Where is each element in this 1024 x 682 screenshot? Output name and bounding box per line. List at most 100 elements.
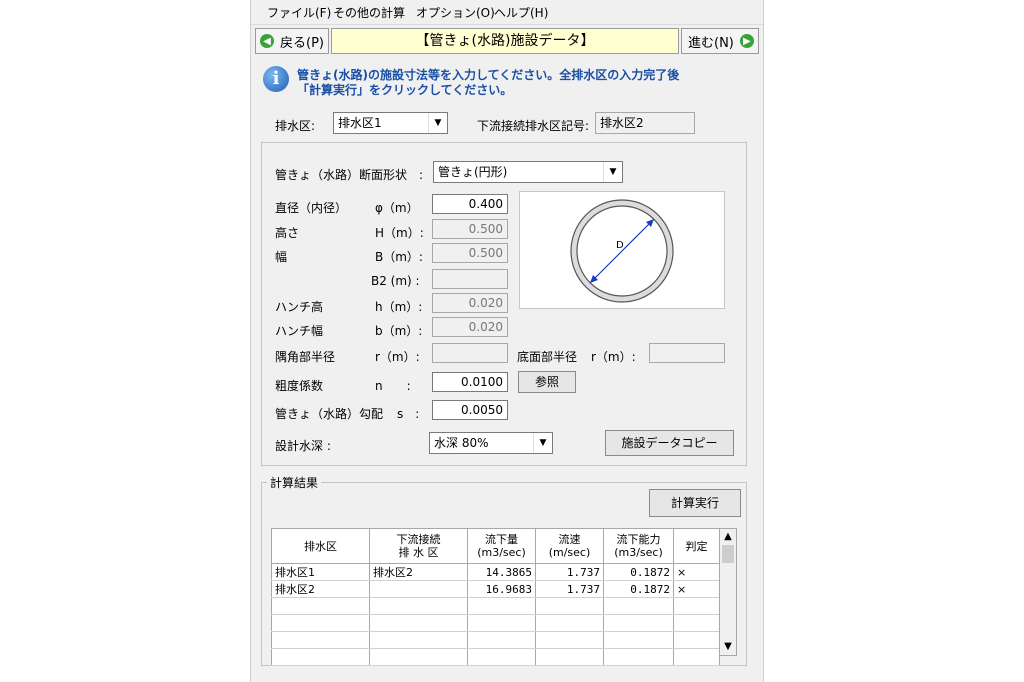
height-label: 高さ xyxy=(275,226,300,240)
results-scrollbar[interactable]: ▲ ▼ xyxy=(719,528,737,656)
b2-input xyxy=(432,269,508,289)
scroll-down-icon[interactable]: ▼ xyxy=(720,639,736,655)
haunch-width-label: ハンチ幅 xyxy=(275,324,324,338)
diameter-input[interactable]: 0.400 xyxy=(432,194,508,214)
results-column-header: 下流接続排 水 区 xyxy=(369,528,468,564)
depth-value: 水深 80% xyxy=(434,436,489,450)
shape-select[interactable]: 管きょ(円形) ▼ xyxy=(433,161,623,183)
table-cell xyxy=(467,614,536,632)
menu-help[interactable]: ヘルプ(H) xyxy=(494,4,548,21)
table-cell xyxy=(673,648,720,666)
circular-pipe-diagram: D xyxy=(570,199,674,303)
menu-bar: ファイル(F) その他の計算 オプション(O) ヘルプ(H) xyxy=(251,0,763,25)
table-cell: × xyxy=(673,563,720,581)
results-header-row: 排水区 下流接続排 水 区流下量 (m3/sec) 流速 (m/sec) 流下能力 (m3/… xyxy=(271,528,720,564)
chevron-down-icon: ▼ xyxy=(603,162,622,182)
table-row[interactable] xyxy=(271,597,720,615)
table-row[interactable] xyxy=(271,614,720,632)
roughness-label: 粗度係数 xyxy=(275,379,324,393)
chevron-down-icon: ▼ xyxy=(428,113,447,133)
table-cell xyxy=(535,614,604,632)
district-select[interactable]: 排水区1 ▼ xyxy=(333,112,448,134)
downstream-label: 下流接続排水区記号: xyxy=(477,119,590,133)
table-cell: 排水区2 xyxy=(271,580,370,598)
table-row[interactable]: 排水区1 排水区2 14.3865 1.737 0.1872 × xyxy=(271,563,720,581)
height-symbol: H（m）: xyxy=(375,226,424,240)
header-text: 判定 xyxy=(685,539,708,553)
table-cell xyxy=(673,631,720,649)
header-text: 流速 xyxy=(558,533,581,546)
results-table: 排水区 下流接続排 水 区流下量 (m3/sec) 流速 (m/sec) 流下能力 (m3/… xyxy=(271,528,720,666)
results-legend: 計算結果 xyxy=(267,474,322,491)
back-button[interactable]: ◀ 戻る(P) xyxy=(255,28,329,54)
width-input: 0.500 xyxy=(432,243,508,263)
shape-value: 管きょ(円形) xyxy=(438,165,508,179)
slope-symbol: s : xyxy=(397,407,420,421)
table-cell: × xyxy=(673,580,720,598)
header-text: 排 水 区 xyxy=(398,546,439,559)
table-cell xyxy=(467,648,536,666)
next-button[interactable]: 進む(N) ▶ xyxy=(681,28,759,54)
header-text: 流下量 xyxy=(485,533,518,546)
table-cell: 1.737 xyxy=(535,580,604,598)
haunch-width-symbol: b（m）: xyxy=(375,324,423,338)
table-cell xyxy=(603,614,674,632)
results-column-header: 流下量 (m3/sec) xyxy=(467,528,536,564)
bottom-radius-symbol: r（m）: xyxy=(591,350,636,364)
table-row[interactable] xyxy=(271,648,720,666)
district-label: 排水区: xyxy=(275,119,316,133)
haunch-height-label: ハンチ高 xyxy=(275,300,324,314)
next-arrow-icon: ▶ xyxy=(739,34,754,48)
table-cell xyxy=(369,631,468,649)
bottom-radius-label: 底面部半径 xyxy=(517,350,578,364)
table-cell xyxy=(271,648,370,666)
district-value: 排水区1 xyxy=(338,116,382,130)
corner-radius-label: 隅角部半径 xyxy=(275,350,336,364)
header-text: 流下能力 xyxy=(616,533,661,546)
table-cell xyxy=(535,631,604,649)
downstream-field: 排水区2 xyxy=(595,112,695,134)
table-cell xyxy=(271,614,370,632)
copy-facility-data-button[interactable]: 施設データコピー xyxy=(605,430,734,456)
haunch-height-symbol: h（m）: xyxy=(375,300,423,314)
table-cell: 16.9683 xyxy=(467,580,536,598)
table-cell: 0.1872 xyxy=(603,563,674,581)
section-diagram: D xyxy=(519,191,725,309)
header-text: (m3/sec) xyxy=(614,546,663,559)
diameter-label: 直径（内径） xyxy=(275,201,348,215)
table-row[interactable]: 排水区2 16.9683 1.737 0.1872 × xyxy=(271,580,720,598)
instruction-text: 管きょ(水路)の施設寸法等を入力してください。全排水区の入力完了後 「計算実行」… xyxy=(297,68,679,98)
diameter-label-d: D xyxy=(616,240,624,251)
menu-file[interactable]: ファイル(F) xyxy=(267,4,331,21)
scroll-up-icon[interactable]: ▲ xyxy=(720,529,736,545)
depth-select[interactable]: 水深 80% ▼ xyxy=(429,432,553,454)
scroll-thumb[interactable] xyxy=(722,545,734,563)
run-calculation-button[interactable]: 計算実行 xyxy=(649,489,741,517)
table-cell xyxy=(535,648,604,666)
page-title: 【管きょ(水路)施設データ】 xyxy=(331,28,679,54)
bottom-radius-input xyxy=(649,343,725,363)
table-cell xyxy=(603,648,674,666)
header-text: (m3/sec) xyxy=(477,546,526,559)
b2-symbol: B2 (m) : xyxy=(371,274,420,288)
menu-other-calc[interactable]: その他の計算 xyxy=(333,4,405,21)
table-cell: 14.3865 xyxy=(467,563,536,581)
slope-input[interactable]: 0.0050 xyxy=(432,400,508,420)
table-cell xyxy=(673,614,720,632)
depth-label: 設計水深 : xyxy=(275,439,331,453)
header-text: (m/sec) xyxy=(548,546,591,559)
next-label: 進む(N) xyxy=(688,35,734,51)
instruction-line-2: 「計算実行」をクリックしてください。 xyxy=(297,83,513,97)
roughness-input[interactable]: 0.0100 xyxy=(432,372,508,392)
table-cell xyxy=(369,648,468,666)
table-cell: 0.1872 xyxy=(603,580,674,598)
facility-data-window: ファイル(F) その他の計算 オプション(O) ヘルプ(H) ◀ 戻る(P) 【… xyxy=(250,0,764,682)
table-cell xyxy=(369,614,468,632)
reference-button[interactable]: 参照 xyxy=(518,371,576,393)
table-cell xyxy=(271,631,370,649)
back-label: 戻る(P) xyxy=(280,35,324,51)
diameter-symbol: φ（m） xyxy=(375,201,419,215)
results-column-header: 流下能力 (m3/sec) xyxy=(603,528,674,564)
menu-options[interactable]: オプション(O) xyxy=(416,4,495,21)
table-row[interactable] xyxy=(271,631,720,649)
